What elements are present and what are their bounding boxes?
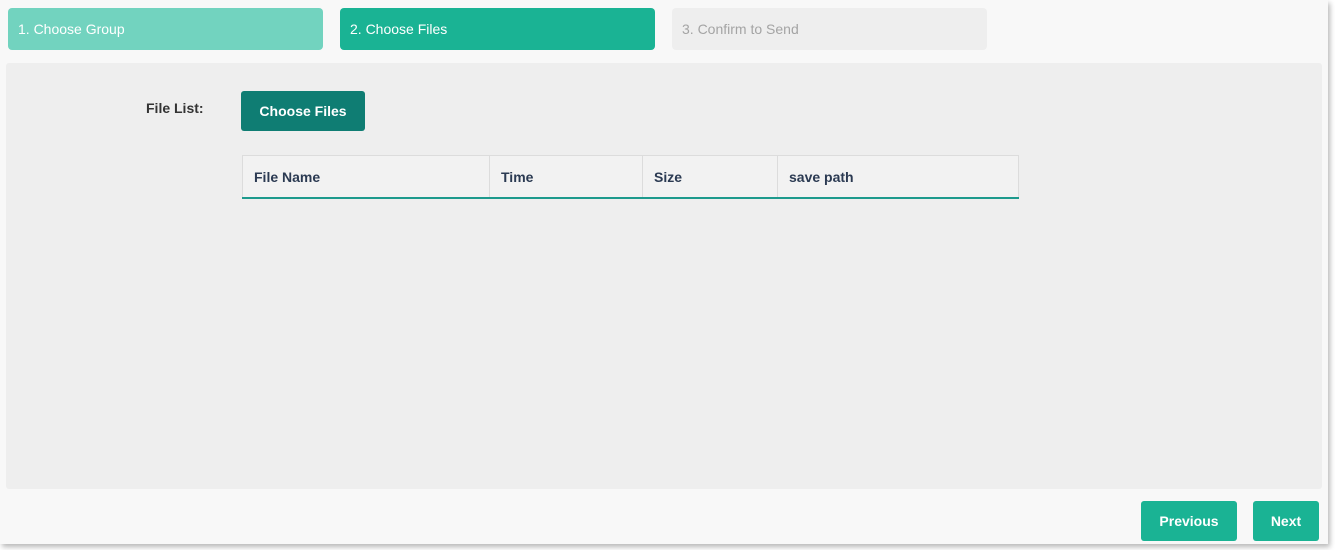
- column-header-save-path[interactable]: save path: [778, 155, 1019, 197]
- wizard-window: 1. Choose Group 2. Choose Files 3. Confi…: [0, 0, 1328, 544]
- step-choose-files[interactable]: 2. Choose Files: [340, 8, 655, 50]
- next-button[interactable]: Next: [1253, 501, 1319, 541]
- file-list-label: File List:: [146, 100, 204, 116]
- column-header-file-name[interactable]: File Name: [242, 155, 490, 197]
- choose-files-button[interactable]: Choose Files: [241, 91, 365, 131]
- step-content-panel: File List: Choose Files File Name Time S…: [6, 63, 1322, 489]
- file-table-header: File Name Time Size save path: [242, 155, 1019, 199]
- step-label: 2. Choose Files: [350, 21, 448, 37]
- step-choose-group[interactable]: 1. Choose Group: [8, 8, 323, 50]
- column-header-size[interactable]: Size: [643, 155, 778, 197]
- previous-button[interactable]: Previous: [1141, 501, 1237, 541]
- step-label: 3. Confirm to Send: [682, 21, 799, 37]
- step-confirm-to-send[interactable]: 3. Confirm to Send: [672, 8, 987, 50]
- step-label: 1. Choose Group: [18, 21, 125, 37]
- column-header-time[interactable]: Time: [490, 155, 643, 197]
